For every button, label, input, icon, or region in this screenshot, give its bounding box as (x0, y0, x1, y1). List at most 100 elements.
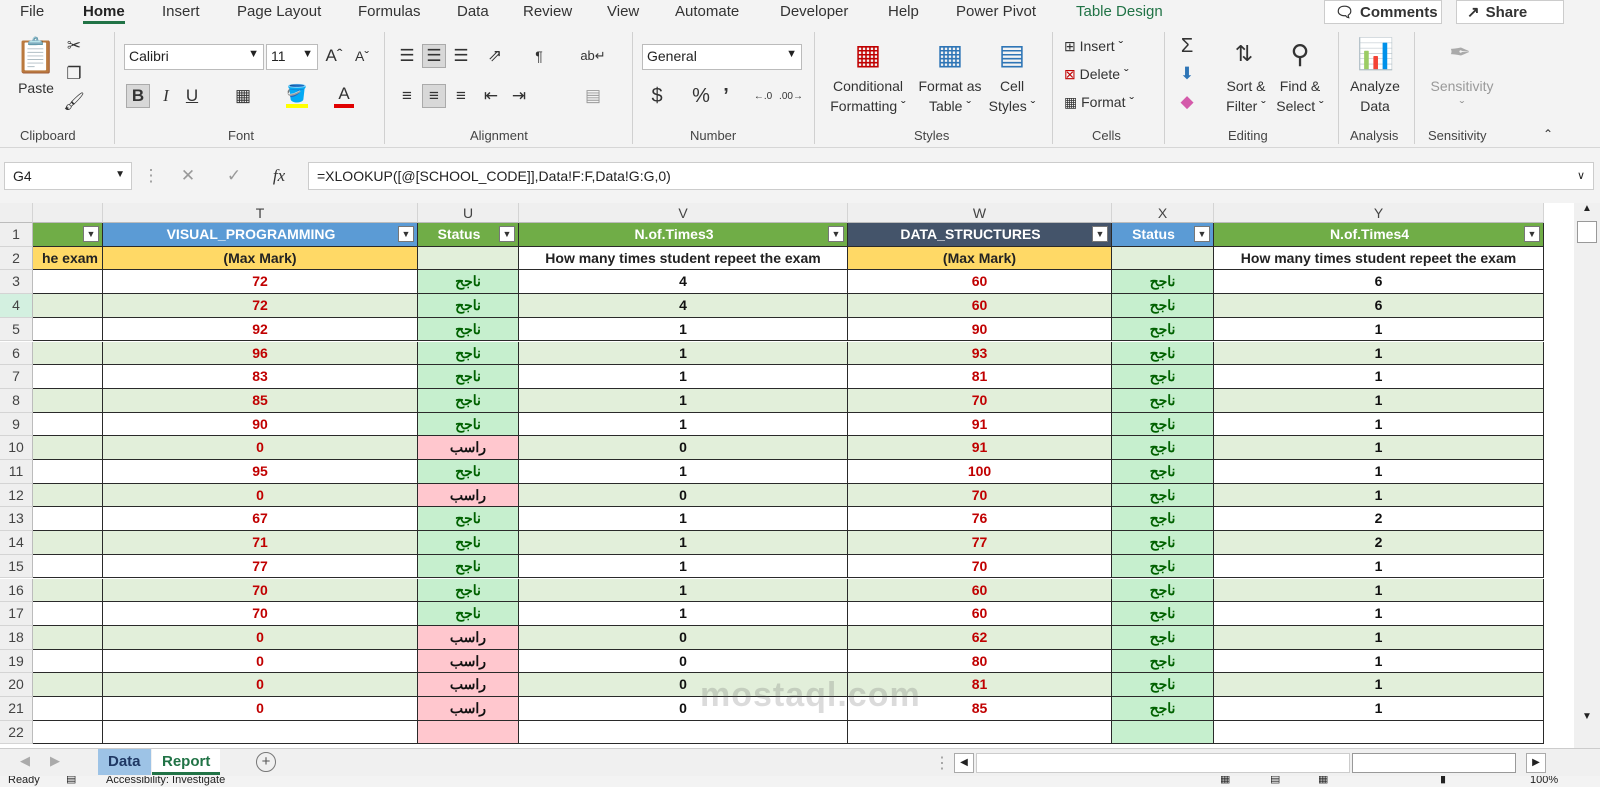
table-cell-y[interactable]: 2 (1214, 531, 1544, 555)
table-cell-y[interactable]: 1 (1214, 483, 1544, 508)
scroll-down-icon[interactable]: ▼ (1578, 711, 1596, 727)
table-cell[interactable] (33, 365, 103, 389)
tab-table-design[interactable]: Table Design (1076, 3, 1163, 20)
table-cell-w[interactable]: 91 (848, 436, 1112, 460)
filter-dropdown-icon[interactable]: ▼ (1524, 226, 1540, 242)
tab-insert[interactable]: Insert (162, 3, 200, 20)
table-cell-t[interactable]: 0 (103, 483, 418, 508)
increase-decimal-icon[interactable]: ←.0 (752, 84, 774, 108)
insert-cells-button[interactable]: ⊞ Insert ˇ (1064, 36, 1123, 56)
table-cell-y[interactable]: 1 (1214, 578, 1544, 603)
table-header-cell[interactable]: ▼ (33, 223, 103, 247)
table-cell[interactable] (33, 531, 103, 555)
autosum-icon[interactable]: Σ (1176, 34, 1198, 58)
table-cell-u[interactable]: ناجح (418, 317, 519, 342)
tab-automate[interactable]: Automate (675, 3, 739, 20)
row-header[interactable]: 21 (0, 697, 33, 721)
page-layout-view-icon[interactable]: ▤ (1270, 776, 1280, 785)
prev-sheet-icon[interactable]: ◀ (20, 753, 30, 769)
table-cell-x[interactable]: ناجح (1112, 625, 1214, 650)
select-all-corner[interactable] (0, 203, 33, 223)
conditional-formatting-icon[interactable]: ▦ (850, 36, 886, 72)
subheader-u[interactable] (418, 246, 519, 271)
table-cell-y[interactable]: 1 (1214, 436, 1544, 460)
table-cell-w[interactable]: 80 (848, 649, 1112, 674)
row-header[interactable]: 16 (0, 578, 33, 603)
sort-filter-icon[interactable]: ⇅ (1226, 36, 1262, 72)
table-cell-y[interactable]: 1 (1214, 673, 1544, 697)
table-cell-t[interactable]: 70 (103, 578, 418, 603)
table-cell[interactable] (103, 720, 418, 745)
table-cell-u[interactable]: راسب (418, 483, 519, 508)
table-cell-y[interactable]: 6 (1214, 294, 1544, 318)
row-header[interactable]: 12 (0, 483, 33, 508)
worksheet-grid[interactable]: T U V W X Y 1 2 3 4 5 6 7 8 9 10 11 12 13 14 15 16 17 18 19 20 21 2… (0, 203, 1574, 748)
percent-icon[interactable]: % (690, 84, 712, 108)
row-header[interactable]: 8 (0, 388, 33, 413)
merge-center-icon[interactable]: ▤ (580, 84, 606, 108)
subheader-w[interactable]: (Max Mark) (848, 246, 1112, 271)
format-cells-button[interactable]: ▦ Format ˇ (1064, 92, 1134, 112)
row-header[interactable]: 17 (0, 602, 33, 626)
table-cell-v[interactable]: 1 (519, 388, 848, 413)
tab-file[interactable]: File (20, 3, 44, 20)
analyze-data-icon[interactable]: 📊 (1356, 34, 1396, 74)
row-header[interactable]: 4 (0, 294, 33, 318)
table-cell-w[interactable]: 70 (848, 554, 1112, 579)
table-cell-t[interactable]: 0 (103, 649, 418, 674)
table-cell-v[interactable]: 1 (519, 365, 848, 389)
font-name-select[interactable]: Calibri ▼ (124, 44, 264, 70)
table-cell-v[interactable]: 1 (519, 602, 848, 626)
table-cell-x[interactable]: ناجح (1112, 507, 1214, 532)
table-cell-t[interactable]: 77 (103, 554, 418, 579)
name-box[interactable]: G4 ▼ (4, 162, 132, 190)
italic-icon[interactable]: I (156, 84, 176, 108)
table-cell-w[interactable]: 91 (848, 412, 1112, 437)
enter-icon[interactable]: ✓ (224, 166, 244, 186)
table-cell-t[interactable]: 85 (103, 388, 418, 413)
table-cell-u[interactable]: ناجح (418, 365, 519, 389)
table-cell-t[interactable]: 72 (103, 270, 418, 295)
split-handle-icon[interactable]: ⋮ (934, 753, 950, 773)
table-cell-u[interactable]: راسب (418, 673, 519, 697)
filter-dropdown-icon[interactable]: ▼ (398, 226, 414, 242)
table-cell-y[interactable]: 1 (1214, 365, 1544, 389)
share-button[interactable]: ↗ Share (1456, 0, 1564, 24)
zoom-slider[interactable]: ▮ (1440, 776, 1446, 785)
table-cell[interactable] (33, 554, 103, 579)
table-cell-v[interactable]: 4 (519, 294, 848, 318)
table-cell-v[interactable]: 1 (519, 578, 848, 603)
copy-icon[interactable]: ❐ (64, 64, 84, 84)
table-cell-x[interactable]: ناجح (1112, 554, 1214, 579)
align-left-icon[interactable]: ≡ (396, 84, 418, 108)
table-cell-y[interactable]: 1 (1214, 412, 1544, 437)
table-cell-t[interactable]: 0 (103, 697, 418, 721)
table-cell-v[interactable]: 0 (519, 483, 848, 508)
table-cell-t[interactable]: 96 (103, 341, 418, 366)
table-cell-t[interactable]: 0 (103, 673, 418, 697)
bold-icon[interactable]: B (126, 84, 150, 108)
table-cell[interactable] (33, 412, 103, 437)
table-cell-v[interactable]: 0 (519, 649, 848, 674)
table-cell-y[interactable]: 1 (1214, 388, 1544, 413)
row-header[interactable]: 22 (0, 720, 33, 745)
table-cell-x[interactable]: ناجح (1112, 270, 1214, 295)
table-cell-t[interactable]: 83 (103, 365, 418, 389)
decrease-decimal-icon[interactable]: .00→ (779, 84, 803, 108)
table-cell-t[interactable]: 0 (103, 436, 418, 460)
table-cell-w[interactable]: 60 (848, 602, 1112, 626)
column-header-x[interactable]: X (1112, 203, 1214, 223)
table-cell[interactable] (848, 720, 1112, 745)
table-cell-t[interactable]: 95 (103, 460, 418, 484)
paste-button[interactable]: Paste (14, 78, 58, 98)
table-cell-v[interactable]: 0 (519, 625, 848, 650)
more-options-icon[interactable]: ⋮ (143, 166, 160, 186)
middle-align-icon[interactable]: ☰ (422, 44, 446, 68)
table-cell-y[interactable]: 1 (1214, 602, 1544, 626)
sensitivity-button[interactable]: Sensitivity ˇ (1420, 76, 1504, 116)
collapse-ribbon-icon[interactable]: ⌃ (1540, 126, 1556, 142)
cell-styles-icon[interactable]: ▤ (994, 36, 1030, 72)
increase-font-icon[interactable]: Aˆ (324, 44, 344, 68)
font-size-select[interactable]: 11 ▼ (266, 44, 318, 70)
tab-formulas[interactable]: Formulas (358, 3, 421, 20)
